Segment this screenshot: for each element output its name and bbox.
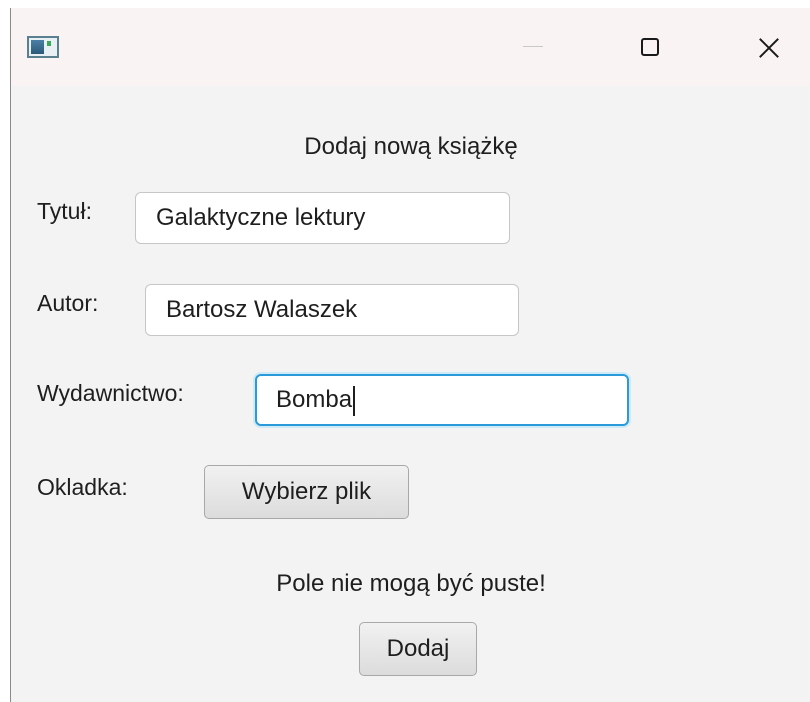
maximize-icon[interactable] <box>629 26 673 70</box>
publisher-input-value: Bomba <box>276 386 353 413</box>
publisher-input[interactable]: Bomba <box>255 374 629 426</box>
title-input-value: Galaktyczne lektury <box>156 204 366 231</box>
add-button[interactable]: Dodaj <box>359 622 477 676</box>
title-bar[interactable] <box>11 8 810 86</box>
choose-file-button[interactable]: Wybierz plik <box>204 465 409 519</box>
cover-label: Okladka: <box>37 474 128 500</box>
author-label: Autor: <box>37 290 99 316</box>
minimize-icon[interactable] <box>511 26 555 70</box>
validation-message: Pole nie mogą być puste! <box>276 570 546 597</box>
java-window-icon <box>27 36 59 58</box>
title-label: Tytuł: <box>37 198 92 224</box>
text-cursor <box>353 385 356 416</box>
author-input[interactable]: Bartosz Walaszek <box>145 284 519 336</box>
app-window: Dodaj nową książkę Tytuł: Galaktyczne le… <box>10 8 810 702</box>
title-input[interactable]: Galaktyczne lektury <box>135 192 510 244</box>
form-heading: Dodaj nową książkę <box>304 133 518 160</box>
close-icon[interactable] <box>747 26 791 70</box>
author-input-value: Bartosz Walaszek <box>166 296 358 323</box>
publisher-label: Wydawnictwo: <box>37 380 184 406</box>
